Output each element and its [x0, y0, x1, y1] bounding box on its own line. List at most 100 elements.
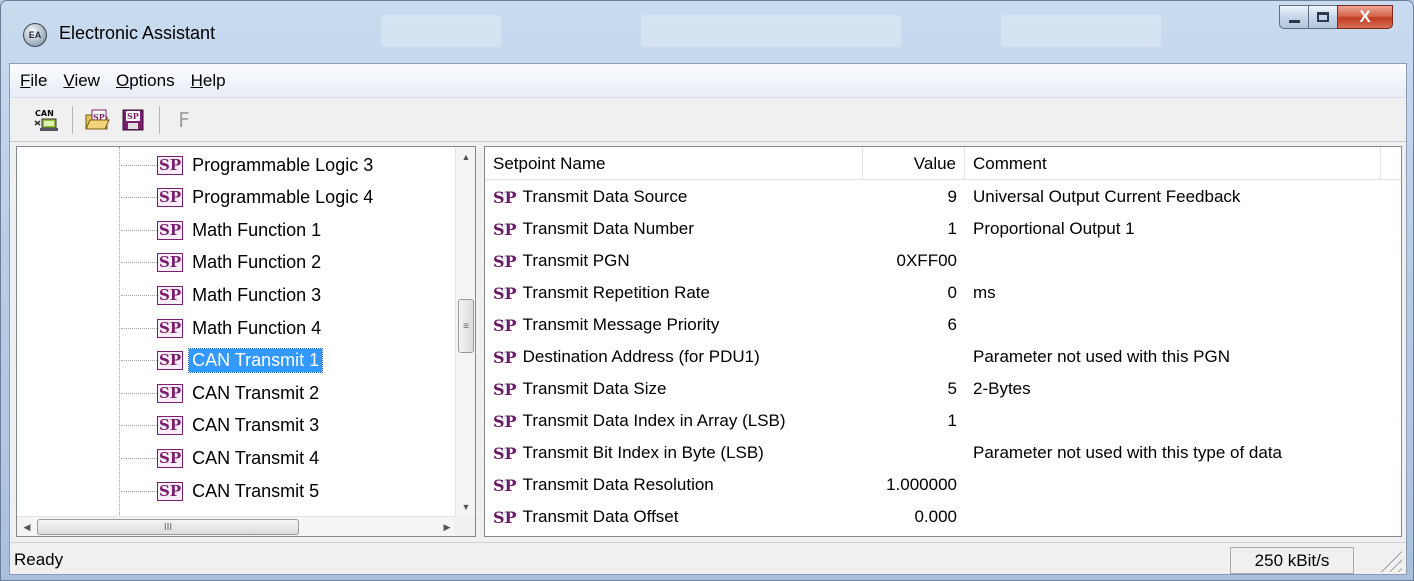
resize-grip[interactable]	[1380, 550, 1402, 572]
setpoint-value[interactable]: 0.000	[863, 507, 965, 527]
setpoint-icon: SP	[157, 253, 184, 273]
setpoint-icon: SP	[493, 507, 517, 527]
setpoint-icon: SP	[157, 220, 184, 240]
column-header-comment[interactable]: Comment	[965, 147, 1381, 180]
table-row[interactable]: SP Transmit Data Number 1 Proportional Outp…	[485, 213, 1401, 245]
menu-file[interactable]: File	[12, 71, 55, 91]
table-row[interactable]: SP Transmit Data Offset 0.000	[485, 501, 1401, 533]
setpoint-list[interactable]: Setpoint Name Value Comment SP Transmit D…	[484, 146, 1402, 537]
setpoint-comment: ms	[973, 283, 996, 302]
tree-item-label: Math Function 1	[192, 219, 322, 240]
setpoint-name: Transmit Repetition Rate	[522, 283, 710, 302]
setpoint-value[interactable]: 6	[863, 315, 965, 335]
menu-options[interactable]: Options	[108, 71, 183, 91]
menu-help[interactable]: Help	[183, 71, 234, 91]
save-disk-icon: SP	[122, 109, 144, 130]
flash-button[interactable]: F	[170, 106, 198, 134]
app-icon[interactable]: EA	[23, 23, 47, 47]
tree-item-label: Math Function 4	[192, 317, 322, 338]
setpoint-icon: SP	[493, 251, 517, 271]
table-row[interactable]: SP Transmit Message Priority 6	[485, 309, 1401, 341]
tree-item[interactable]: SP CAN Transmit 3	[121, 410, 322, 442]
save-setpoint-file-button[interactable]: SP	[119, 106, 147, 134]
close-button[interactable]: X	[1337, 5, 1393, 29]
tree-connector	[121, 360, 157, 362]
window-title: Electronic Assistant	[59, 23, 216, 43]
setpoint-icon: SP	[493, 411, 517, 431]
setpoint-name: Transmit Data Resolution	[522, 475, 714, 494]
setpoint-icon: SP	[157, 481, 184, 501]
setpoint-icon: SP	[493, 347, 517, 367]
baud-rate-indicator: 250 kBit/s	[1230, 547, 1354, 574]
scroll-left-arrow-icon[interactable]: ◀	[17, 517, 37, 536]
list-rows: SP Transmit Data Source 9 Universal Output …	[485, 181, 1401, 533]
background-ghost	[381, 15, 501, 47]
column-header-setpoint-name[interactable]: Setpoint Name	[485, 147, 863, 180]
setpoint-name-cell: SP Transmit Data Resolution	[485, 475, 863, 495]
setpoint-name: Transmit Data Index in Array (LSB)	[522, 411, 786, 430]
scroll-down-arrow-icon[interactable]: ▼	[456, 497, 475, 517]
table-row[interactable]: SP Transmit Bit Index in Byte (LSB) Parame…	[485, 437, 1401, 469]
tree-item[interactable]: SP Math Function 1	[121, 214, 324, 246]
setpoint-icon: SP	[157, 448, 184, 468]
tree-item[interactable]: SP Math Function 4	[121, 312, 324, 344]
tree-horizontal-scroll-thumb[interactable]: III	[37, 519, 299, 535]
setpoint-value[interactable]: 0	[863, 283, 965, 303]
setpoint-value[interactable]: 1.000000	[863, 475, 965, 495]
setpoint-value[interactable]: 0XFF00	[863, 251, 965, 271]
tree-item[interactable]: SP Math Function 3	[121, 279, 324, 311]
setpoint-value[interactable]: 1	[863, 411, 965, 431]
tree-item[interactable]: SP Programmable Logic 3	[121, 149, 376, 181]
scroll-up-arrow-icon[interactable]: ▲	[456, 147, 475, 167]
table-row[interactable]: SP Transmit Data Index in Array (LSB) 1	[485, 405, 1401, 437]
menu-accelerator: O	[115, 70, 130, 90]
setpoint-name-cell: SP Transmit Data Number	[485, 219, 863, 239]
tree-vertical-scroll-thumb[interactable]: ≡	[458, 299, 474, 353]
setpoint-comment: Parameter not used with this type of dat…	[973, 443, 1283, 462]
can-connect-button[interactable]: CAN	[32, 106, 60, 134]
scroll-corner	[455, 516, 475, 536]
setpoint-name: Transmit Data Offset	[522, 507, 679, 526]
scroll-right-arrow-icon[interactable]: ▶	[437, 517, 457, 536]
tree-item[interactable]: SP CAN Transmit 5	[121, 475, 322, 507]
table-row[interactable]: SP Transmit Data Source 9 Universal Output …	[485, 181, 1401, 213]
tree-item[interactable]: SP Math Function 2	[121, 247, 324, 279]
table-row[interactable]: SP Transmit PGN 0XFF00	[485, 245, 1401, 277]
tree-connector	[121, 229, 157, 231]
tree-connector	[121, 392, 157, 394]
table-row[interactable]: SP Transmit Repetition Rate 0 ms	[485, 277, 1401, 309]
open-setpoint-file-button[interactable]: SP	[83, 106, 111, 134]
can-connect-icon: CAN	[34, 109, 58, 131]
tree-horizontal-scrollbar[interactable]: ◀ III ▶	[17, 516, 457, 536]
table-row[interactable]: SP Transmit Data Resolution 1.000000	[485, 469, 1401, 501]
tree-item[interactable]: SP CAN Transmit 1	[121, 345, 324, 377]
tree-item[interactable]: SP CAN Transmit 4	[121, 442, 322, 474]
tree-item-label: CAN Transmit 5	[192, 480, 320, 501]
setpoint-tree[interactable]: SP Programmable Logic 3 SP Programmable Log…	[16, 146, 476, 537]
setpoint-comment: Universal Output Current Feedback	[973, 187, 1241, 206]
tree-item-label: Programmable Logic 4	[192, 187, 374, 208]
maximize-button[interactable]	[1308, 5, 1338, 29]
tree-item-label: Math Function 2	[192, 252, 322, 273]
tree-item[interactable]: SP Programmable Logic 4	[121, 182, 376, 214]
setpoint-value[interactable]: 5	[863, 379, 965, 399]
tree-vertical-scrollbar[interactable]: ▲ ≡ ▼	[455, 147, 475, 517]
tree-connector	[121, 490, 157, 492]
title-bar[interactable]: EA Electronic Assistant X	[1, 1, 1413, 63]
table-row[interactable]: SP Destination Address (for PDU1) Paramete…	[485, 341, 1401, 373]
setpoint-value[interactable]: 1	[863, 219, 965, 239]
menu-view[interactable]: View	[55, 71, 108, 91]
setpoint-icon: SP	[493, 315, 517, 335]
column-header-value[interactable]: Value	[863, 147, 965, 180]
tree-item-label: Math Function 3	[192, 284, 322, 305]
setpoint-name: Transmit Message Priority	[522, 315, 720, 334]
setpoint-name-cell: SP Transmit PGN	[485, 251, 863, 271]
setpoint-icon: SP	[157, 383, 184, 403]
status-text: Ready	[14, 549, 64, 569]
setpoint-value[interactable]: 9	[863, 187, 965, 207]
setpoint-comment: Parameter not used with this PGN	[973, 347, 1231, 366]
tree-connector	[121, 327, 157, 329]
table-row[interactable]: SP Transmit Data Size 5 2-Bytes	[485, 373, 1401, 405]
tree-item[interactable]: SP CAN Transmit 2	[121, 377, 322, 409]
minimize-button[interactable]	[1279, 5, 1309, 29]
